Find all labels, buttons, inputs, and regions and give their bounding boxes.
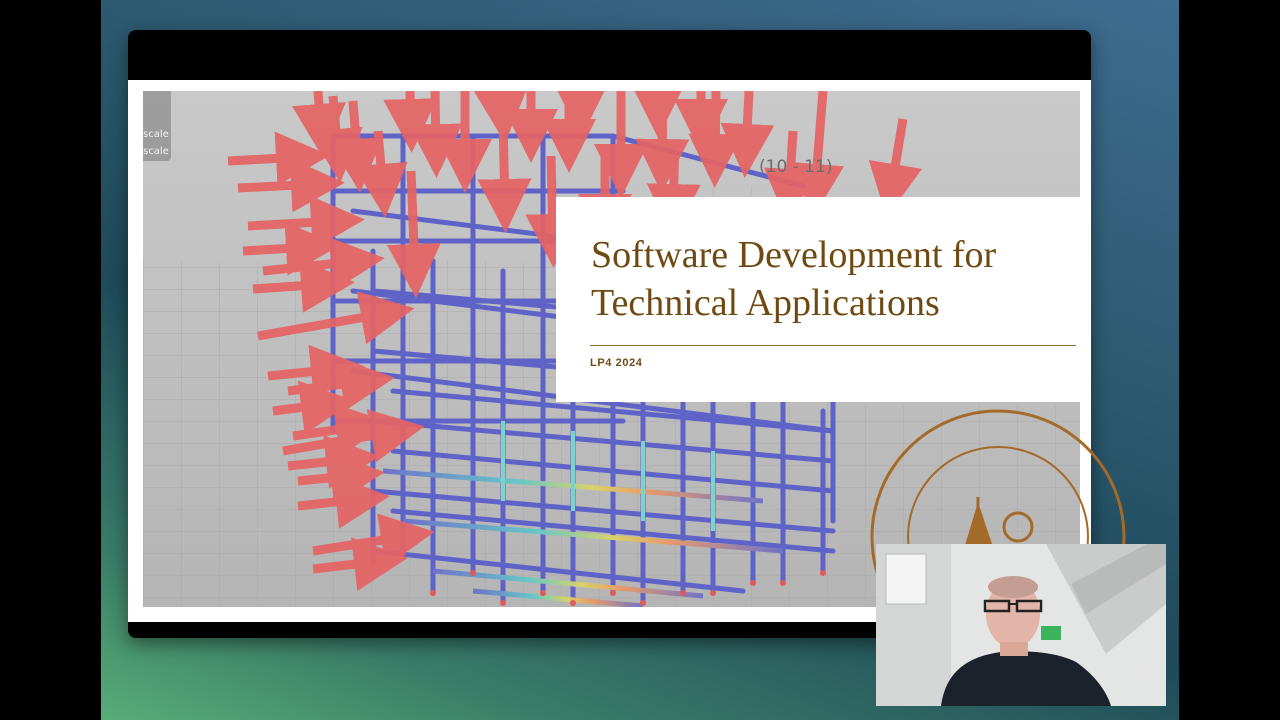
coordinate-readout: (10 - 11) <box>759 157 833 177</box>
scale-label-1: scale <box>143 129 169 140</box>
presentation-slide: scale scale (10 - 11) Software Developme… <box>128 80 1126 665</box>
slide-subtitle: LP4 2024 <box>590 357 643 369</box>
scale-panel[interactable]: scale scale <box>143 91 171 161</box>
title-box: Software Development for Technical Appli… <box>556 197 1091 402</box>
presenter-video-icon <box>876 544 1166 706</box>
scale-label-2: scale <box>143 146 169 157</box>
slide-title: Software Development for Technical Appli… <box>591 234 997 324</box>
title-divider <box>590 345 1076 346</box>
